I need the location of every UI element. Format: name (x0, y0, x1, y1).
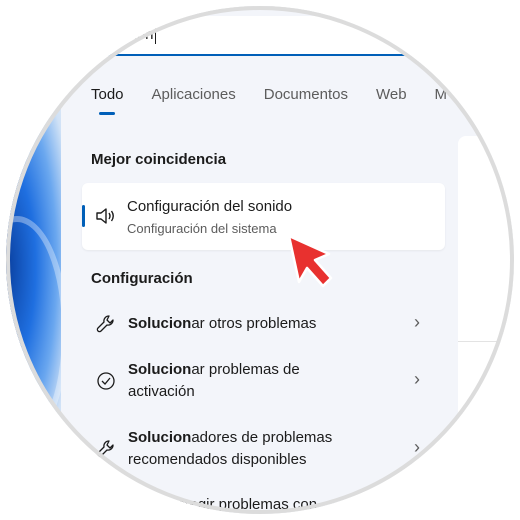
settings-result-1[interactable]: Solucionar otros problemas › (82, 308, 445, 342)
wrench-icon (96, 314, 116, 339)
speaker-icon (95, 206, 117, 231)
settings-result-2[interactable]: Solucionar problemas de activación › (82, 359, 445, 405)
tab-todo[interactable]: Todo (91, 86, 124, 115)
tab-documentos[interactable]: Documentos (264, 86, 348, 103)
search-input[interactable]: cion (126, 26, 156, 44)
chevron-right-icon: › (414, 437, 420, 457)
tab-web[interactable]: Web (376, 86, 407, 103)
wallpaper-swirl (6, 216, 68, 448)
search-box[interactable]: cion (86, 16, 406, 56)
preview-divider (458, 341, 514, 342)
result-label: Solucionar otros problemas (128, 315, 317, 332)
filter-tabs: Todo Aplicaciones Documentos Web M (91, 86, 475, 115)
result-label: y corregir problemas con (152, 496, 318, 513)
preview-pane: C (458, 136, 514, 514)
wrench-icon (96, 439, 116, 464)
result-label: Solucionar problemas de activación (128, 361, 300, 400)
text-caret (154, 26, 156, 44)
result-label: Solucionadores de problemas recomendados … (128, 429, 333, 468)
settings-result-3[interactable]: Solucionadores de problemas recomendados … (82, 427, 445, 473)
best-match-result[interactable]: Configuración del sonido Configuración d… (82, 183, 445, 250)
zoom-circle: cion Todo Aplicaciones Documentos Web M … (6, 6, 514, 514)
best-match-heading: Mejor coincidencia (91, 151, 227, 168)
tab-aplicaciones[interactable]: Aplicaciones (152, 86, 236, 103)
settings-heading: Configuración (91, 270, 193, 287)
preview-partial-text: C (488, 366, 499, 382)
chevron-right-icon: › (414, 312, 420, 332)
check-circle-icon (96, 371, 116, 396)
desktop-wallpaper (6, 66, 68, 466)
chevron-right-icon: › (414, 369, 420, 389)
selection-indicator (82, 205, 85, 227)
best-match-title: Configuración del sonido (127, 198, 293, 215)
pointer-arrow-icon (285, 232, 337, 295)
settings-result-4[interactable]: y corregir problemas con (82, 494, 445, 514)
best-match-subtitle: Configuración del sistema (127, 221, 277, 236)
tab-more[interactable]: M (435, 86, 448, 103)
